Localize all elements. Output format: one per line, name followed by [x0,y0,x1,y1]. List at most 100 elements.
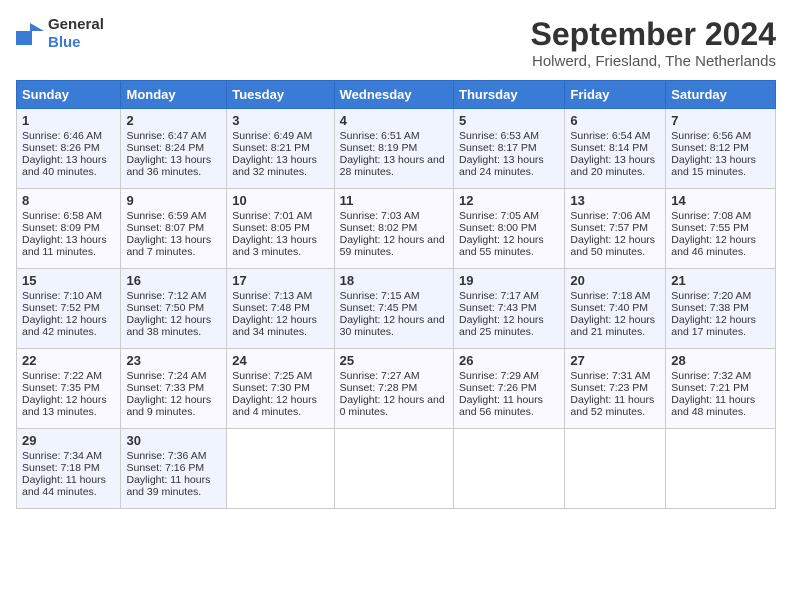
day-number: 4 [340,113,448,128]
month-title: September 2024 [531,16,776,53]
logo-general: General [48,16,104,33]
day-number: 20 [570,273,660,288]
day-number: 7 [671,113,770,128]
sunset-text: Sunset: 8:00 PM [459,222,537,234]
daylight-label: Daylight: 13 hours and 32 minutes. [232,154,317,178]
table-row: 26 Sunrise: 7:29 AM Sunset: 7:26 PM Dayl… [454,349,565,429]
sunset-text: Sunset: 8:09 PM [22,222,100,234]
sunset-text: Sunset: 7:40 PM [570,302,648,314]
sunrise-text: Sunrise: 7:34 AM [22,450,102,462]
sunrise-text: Sunrise: 7:05 AM [459,210,539,222]
day-number: 8 [22,193,115,208]
table-row: 20 Sunrise: 7:18 AM Sunset: 7:40 PM Dayl… [565,269,666,349]
sunset-text: Sunset: 7:52 PM [22,302,100,314]
table-row [666,429,776,509]
sunrise-text: Sunrise: 6:51 AM [340,130,420,142]
table-row: 28 Sunrise: 7:32 AM Sunset: 7:21 PM Dayl… [666,349,776,429]
table-row: 8 Sunrise: 6:58 AM Sunset: 8:09 PM Dayli… [17,189,121,269]
sunset-text: Sunset: 7:30 PM [232,382,310,394]
sunrise-text: Sunrise: 6:59 AM [126,210,206,222]
daylight-label: Daylight: 11 hours and 52 minutes. [570,394,654,418]
sunrise-text: Sunrise: 7:03 AM [340,210,420,222]
header-thursday: Thursday [454,81,565,109]
day-number: 1 [22,113,115,128]
sunset-text: Sunset: 8:07 PM [126,222,204,234]
day-number: 25 [340,353,448,368]
calendar-table: Sunday Monday Tuesday Wednesday Thursday… [16,80,776,509]
day-number: 10 [232,193,328,208]
sunset-text: Sunset: 8:17 PM [459,142,537,154]
page-container: General Blue September 2024 Holwerd, Fri… [16,16,776,509]
day-number: 6 [570,113,660,128]
day-number: 17 [232,273,328,288]
day-number: 13 [570,193,660,208]
logo-icon [16,23,44,45]
table-row: 14 Sunrise: 7:08 AM Sunset: 7:55 PM Dayl… [666,189,776,269]
day-number: 22 [22,353,115,368]
daylight-label: Daylight: 12 hours and 55 minutes. [459,234,544,258]
sunrise-text: Sunrise: 7:29 AM [459,370,539,382]
sunset-text: Sunset: 7:21 PM [671,382,749,394]
day-number: 16 [126,273,221,288]
sunset-text: Sunset: 7:38 PM [671,302,749,314]
day-number: 21 [671,273,770,288]
sunrise-text: Sunrise: 6:49 AM [232,130,312,142]
day-number: 2 [126,113,221,128]
sunrise-text: Sunrise: 7:01 AM [232,210,312,222]
day-number: 27 [570,353,660,368]
sunset-text: Sunset: 7:48 PM [232,302,310,314]
daylight-label: Daylight: 11 hours and 44 minutes. [22,474,106,498]
table-row: 9 Sunrise: 6:59 AM Sunset: 8:07 PM Dayli… [121,189,227,269]
sunset-text: Sunset: 8:12 PM [671,142,749,154]
daylight-label: Daylight: 13 hours and 40 minutes. [22,154,107,178]
daylight-label: Daylight: 12 hours and 34 minutes. [232,314,317,338]
table-row [454,429,565,509]
sunset-text: Sunset: 7:45 PM [340,302,418,314]
table-row: 13 Sunrise: 7:06 AM Sunset: 7:57 PM Dayl… [565,189,666,269]
day-number: 18 [340,273,448,288]
sunrise-text: Sunrise: 6:53 AM [459,130,539,142]
table-row: 1 Sunrise: 6:46 AM Sunset: 8:26 PM Dayli… [17,109,121,189]
daylight-label: Daylight: 13 hours and 15 minutes. [671,154,756,178]
daylight-label: Daylight: 12 hours and 30 minutes. [340,314,445,338]
sunrise-text: Sunrise: 7:15 AM [340,290,420,302]
sunrise-text: Sunrise: 7:27 AM [340,370,420,382]
sunset-text: Sunset: 7:35 PM [22,382,100,394]
logo-blue: Blue [48,34,81,51]
sunset-text: Sunset: 8:14 PM [570,142,648,154]
day-number: 15 [22,273,115,288]
daylight-label: Daylight: 12 hours and 38 minutes. [126,314,211,338]
sunset-text: Sunset: 8:24 PM [126,142,204,154]
table-row: 7 Sunrise: 6:56 AM Sunset: 8:12 PM Dayli… [666,109,776,189]
daylight-label: Daylight: 12 hours and 17 minutes. [671,314,756,338]
sunset-text: Sunset: 7:16 PM [126,462,204,474]
daylight-label: Daylight: 12 hours and 0 minutes. [340,394,445,418]
sunrise-text: Sunrise: 7:17 AM [459,290,539,302]
sunrise-text: Sunrise: 7:06 AM [570,210,650,222]
sunrise-text: Sunrise: 7:25 AM [232,370,312,382]
sunrise-text: Sunrise: 6:56 AM [671,130,751,142]
sunset-text: Sunset: 7:18 PM [22,462,100,474]
sunrise-text: Sunrise: 7:20 AM [671,290,751,302]
sunrise-text: Sunrise: 7:31 AM [570,370,650,382]
day-number: 11 [340,193,448,208]
table-row: 3 Sunrise: 6:49 AM Sunset: 8:21 PM Dayli… [227,109,334,189]
logo: General Blue [16,16,104,52]
table-row [334,429,453,509]
daylight-label: Daylight: 12 hours and 4 minutes. [232,394,317,418]
day-number: 26 [459,353,559,368]
header-wednesday: Wednesday [334,81,453,109]
sunrise-text: Sunrise: 7:10 AM [22,290,102,302]
sunrise-text: Sunrise: 7:08 AM [671,210,751,222]
table-row: 11 Sunrise: 7:03 AM Sunset: 8:02 PM Dayl… [334,189,453,269]
sunset-text: Sunset: 7:23 PM [570,382,648,394]
day-number: 30 [126,433,221,448]
calendar-week-row: 8 Sunrise: 6:58 AM Sunset: 8:09 PM Dayli… [17,189,776,269]
table-row [565,429,666,509]
day-number: 29 [22,433,115,448]
header-friday: Friday [565,81,666,109]
sunrise-text: Sunrise: 7:18 AM [570,290,650,302]
day-number: 9 [126,193,221,208]
calendar-week-row: 1 Sunrise: 6:46 AM Sunset: 8:26 PM Dayli… [17,109,776,189]
sunrise-text: Sunrise: 7:36 AM [126,450,206,462]
